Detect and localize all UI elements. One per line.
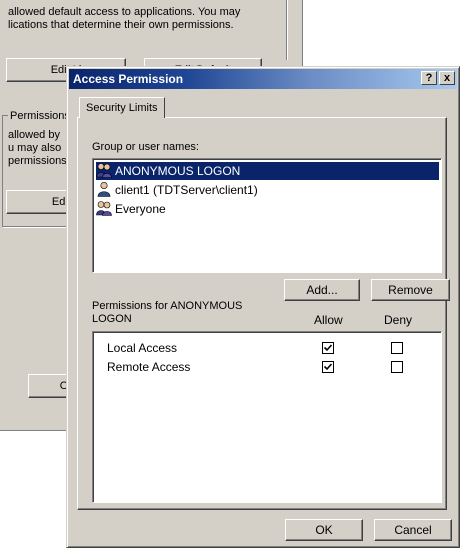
user-name-client1: client1 (TDTServer\client1) bbox=[115, 183, 258, 197]
bg-permissions-group-label: Permissions bbox=[8, 110, 72, 122]
list-item-everyone[interactable]: Everyone bbox=[96, 200, 172, 218]
dialog-title: Access Permission bbox=[73, 72, 184, 86]
permissions-list: Local Access Remote Access bbox=[92, 331, 442, 503]
help-button[interactable]: ? bbox=[421, 71, 437, 85]
list-item-client1[interactable]: client1 (TDTServer\client1) bbox=[96, 181, 264, 199]
remove-button[interactable]: Remove bbox=[371, 279, 450, 301]
user-listbox[interactable]: ANONYMOUS LOGON client1 (TDTServer\clien… bbox=[92, 158, 442, 273]
permission-remote-access-label: Remote Access bbox=[107, 360, 191, 374]
permissions-for-label-line2: LOGON bbox=[92, 313, 132, 325]
allow-column-header: Allow bbox=[314, 313, 343, 327]
ok-button[interactable]: OK bbox=[285, 519, 363, 541]
bg-divider bbox=[286, 0, 287, 60]
tab-security-limits[interactable]: Security Limits bbox=[79, 97, 165, 118]
local-access-allow-checkbox[interactable] bbox=[322, 342, 334, 354]
dialog-titlebar[interactable]: Access Permission ? x bbox=[69, 69, 457, 89]
remote-access-deny-checkbox[interactable] bbox=[391, 361, 403, 373]
checkmark-icon bbox=[323, 344, 333, 352]
access-permission-dialog: Access Permission ? x Security Limits Gr… bbox=[66, 66, 460, 548]
security-limits-panel: Group or user names: ANONYMOUS LOGON cli… bbox=[77, 117, 450, 510]
user-name-everyone: Everyone bbox=[115, 202, 166, 216]
permissions-for-label-line1: Permissions for ANONYMOUS bbox=[92, 300, 243, 312]
group-users-icon bbox=[96, 200, 112, 216]
local-access-deny-checkbox[interactable] bbox=[391, 342, 403, 354]
checkmark-icon bbox=[323, 363, 333, 371]
permission-local-access-label: Local Access bbox=[107, 341, 178, 355]
user-icon bbox=[96, 181, 112, 197]
bg-description-line3: allowed by bbox=[8, 129, 60, 141]
add-button[interactable]: Add... bbox=[284, 279, 360, 301]
user-name-anonymous-logon: ANONYMOUS LOGON bbox=[115, 164, 241, 178]
close-button[interactable]: x bbox=[439, 71, 455, 85]
remote-access-allow-checkbox[interactable] bbox=[322, 361, 334, 373]
bg-description-line4: u may also bbox=[8, 142, 62, 154]
list-item-anonymous-logon[interactable]: ANONYMOUS LOGON bbox=[96, 162, 439, 180]
group-or-user-names-label: Group or user names: bbox=[92, 141, 199, 153]
bg-description-line1: allowed default access to applications. … bbox=[8, 6, 241, 18]
bg-description-line2: lications that determine their own permi… bbox=[8, 19, 234, 31]
deny-column-header: Deny bbox=[384, 313, 413, 327]
group-users-icon bbox=[96, 162, 112, 178]
cancel-button[interactable]: Cancel bbox=[374, 519, 452, 541]
bg-description-line5: permissions bbox=[8, 155, 67, 167]
